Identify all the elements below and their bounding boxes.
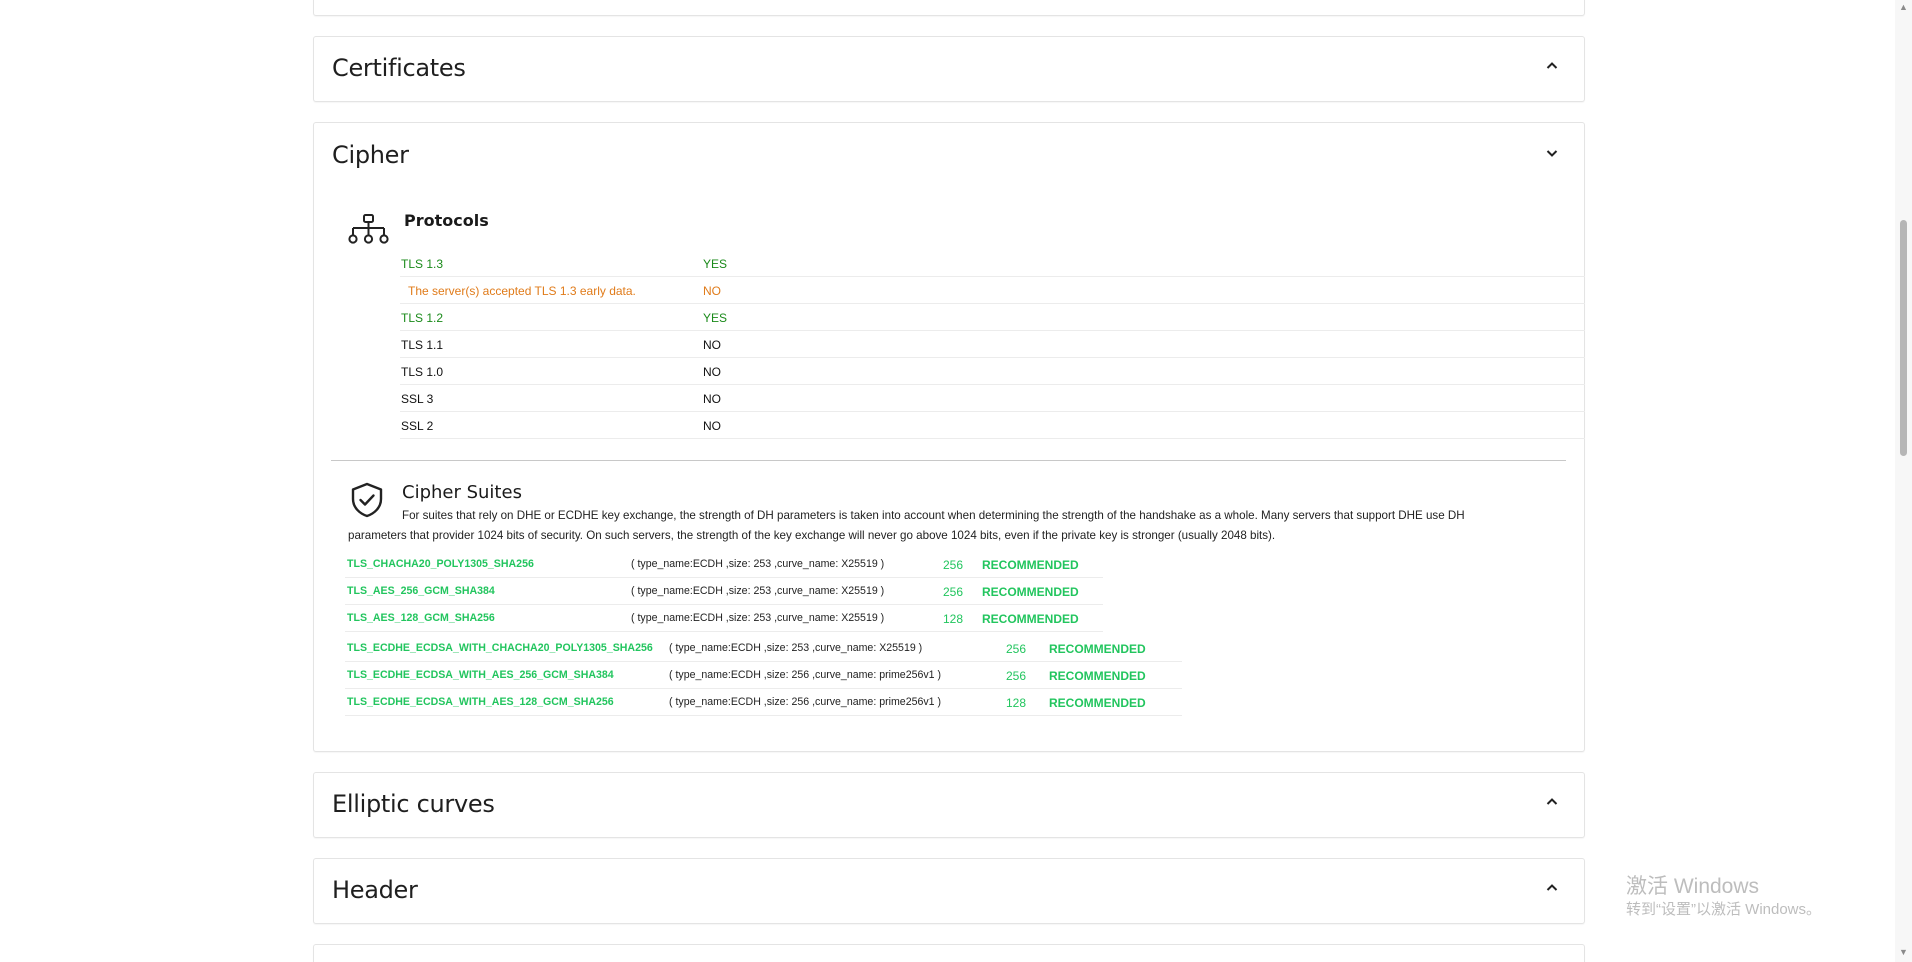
section-divider	[331, 460, 1566, 461]
protocol-name: TLS 1.1	[401, 338, 444, 352]
scrollbar-thumb[interactable]	[1900, 220, 1907, 456]
key-size-bits: 256	[1006, 642, 1027, 656]
elliptic-curves-section[interactable]: Elliptic curves	[313, 772, 1585, 838]
key-size-bits: 256	[943, 558, 964, 572]
protocol-support-value: YES	[703, 311, 728, 325]
cipher-suite-row: TLS_CHACHA20_POLY1305_SHA256 ( type_name:…	[345, 551, 1103, 578]
cipher-suite-name: TLS_CHACHA20_POLY1305_SHA256	[347, 558, 534, 570]
key-exchange-info: ( type_name:ECDH ,size: 253 ,curve_name:…	[669, 642, 923, 654]
header-title: Header	[332, 876, 418, 904]
cipher-suite-row: TLS_AES_128_GCM_SHA256 ( type_name:ECDH ,…	[345, 605, 1103, 632]
next-section-card	[313, 944, 1585, 962]
header-section[interactable]: Header	[313, 858, 1585, 924]
key-exchange-info: ( type_name:ECDH ,size: 253 ,curve_name:…	[631, 585, 885, 597]
protocol-row: TLS 1.0 NO	[400, 358, 1585, 385]
cipher-suite-row: TLS_ECDHE_ECDSA_WITH_CHACHA20_POLY1305_S…	[345, 635, 1182, 662]
protocol-row: TLS 1.1 NO	[400, 331, 1585, 358]
protocol-row: SSL 2 NO	[400, 412, 1585, 439]
cipher-suites-description-line2: parameters that provider 1024 bits of se…	[348, 529, 1276, 542]
protocol-name: TLS 1.3	[401, 257, 444, 271]
cipher-suite-row: TLS_AES_256_GCM_SHA384 ( type_name:ECDH ,…	[345, 578, 1103, 605]
chevron-up-icon[interactable]	[1546, 882, 1558, 894]
protocol-name: The server(s) accepted TLS 1.3 early dat…	[408, 284, 636, 298]
protocol-support-value: NO	[703, 419, 721, 433]
protocol-row: TLS 1.3 YES	[400, 250, 1585, 277]
key-exchange-info: ( type_name:ECDH ,size: 256 ,curve_name:…	[669, 669, 942, 681]
protocol-name: TLS 1.0	[401, 365, 444, 379]
key-size-bits: 256	[1006, 669, 1027, 683]
cipher-suite-row: TLS_ECDHE_ECDSA_WITH_AES_128_GCM_SHA256 (…	[345, 689, 1182, 716]
cipher-suites-description-line1: For suites that rely on DHE or ECDHE key…	[402, 509, 1465, 522]
recommendation-status: RECOMMENDED	[982, 558, 1079, 572]
protocols-title: Protocols	[404, 211, 489, 230]
protocol-support-value: NO	[703, 338, 721, 352]
cipher-suite-name: TLS_ECDHE_ECDSA_WITH_AES_256_GCM_SHA384	[347, 669, 614, 681]
protocol-row: TLS 1.2 YES	[400, 304, 1585, 331]
chevron-up-icon[interactable]	[1546, 60, 1558, 72]
recommendation-status: RECOMMENDED	[1049, 696, 1146, 710]
key-exchange-info: ( type_name:ECDH ,size: 253 ,curve_name:…	[631, 612, 885, 624]
key-exchange-info: ( type_name:ECDH ,size: 253 ,curve_name:…	[631, 558, 885, 570]
protocol-row: SSL 3 NO	[400, 385, 1585, 412]
network-icon	[348, 213, 390, 250]
shield-check-icon	[350, 482, 384, 523]
cipher-suite-name: TLS_AES_256_GCM_SHA384	[347, 585, 495, 597]
cipher-title: Cipher	[332, 141, 409, 169]
protocol-support-value: NO	[703, 365, 721, 379]
scroll-up-arrow-icon[interactable]: ▲	[1899, 2, 1908, 12]
key-exchange-info: ( type_name:ECDH ,size: 256 ,curve_name:…	[669, 696, 942, 708]
key-size-bits: 256	[943, 585, 964, 599]
cipher-suites-title: Cipher Suites	[402, 482, 522, 503]
recommendation-status: RECOMMENDED	[1049, 642, 1146, 656]
protocol-support-value: YES	[703, 257, 728, 271]
scroll-down-arrow-icon[interactable]: ▼	[1899, 947, 1908, 957]
protocol-support-value: NO	[703, 284, 721, 298]
elliptic-curves-title: Elliptic curves	[332, 790, 495, 818]
activation-watermark-title: 激活 Windows	[1626, 875, 1760, 898]
chevron-up-icon[interactable]	[1546, 796, 1558, 808]
protocol-name: TLS 1.2	[401, 311, 444, 325]
recommendation-status: RECOMMENDED	[982, 612, 1079, 626]
key-size-bits: 128	[1006, 696, 1027, 710]
cipher-suite-name: TLS_AES_128_GCM_SHA256	[347, 612, 495, 624]
recommendation-status: RECOMMENDED	[1049, 669, 1146, 683]
protocol-support-value: NO	[703, 392, 721, 406]
certificates-section[interactable]: Certificates	[313, 36, 1585, 102]
previous-section-card	[313, 0, 1585, 16]
page-scrollbar[interactable]: ▲ ▼	[1895, 0, 1912, 962]
protocol-name: SSL 2	[401, 419, 434, 433]
recommendation-status: RECOMMENDED	[982, 585, 1079, 599]
cipher-suite-row: TLS_ECDHE_ECDSA_WITH_AES_256_GCM_SHA384 (…	[345, 662, 1182, 689]
certificates-title: Certificates	[332, 54, 466, 82]
protocol-name: SSL 3	[401, 392, 434, 406]
key-size-bits: 128	[943, 612, 964, 626]
chevron-down-icon[interactable]	[1546, 147, 1558, 159]
cipher-suite-name: TLS_ECDHE_ECDSA_WITH_CHACHA20_POLY1305_S…	[347, 642, 653, 654]
cipher-suite-name: TLS_ECDHE_ECDSA_WITH_AES_128_GCM_SHA256	[347, 696, 614, 708]
activation-watermark-subtitle: 转到“设置”以激活 Windows。	[1626, 901, 1822, 918]
protocol-row: The server(s) accepted TLS 1.3 early dat…	[400, 277, 1585, 304]
